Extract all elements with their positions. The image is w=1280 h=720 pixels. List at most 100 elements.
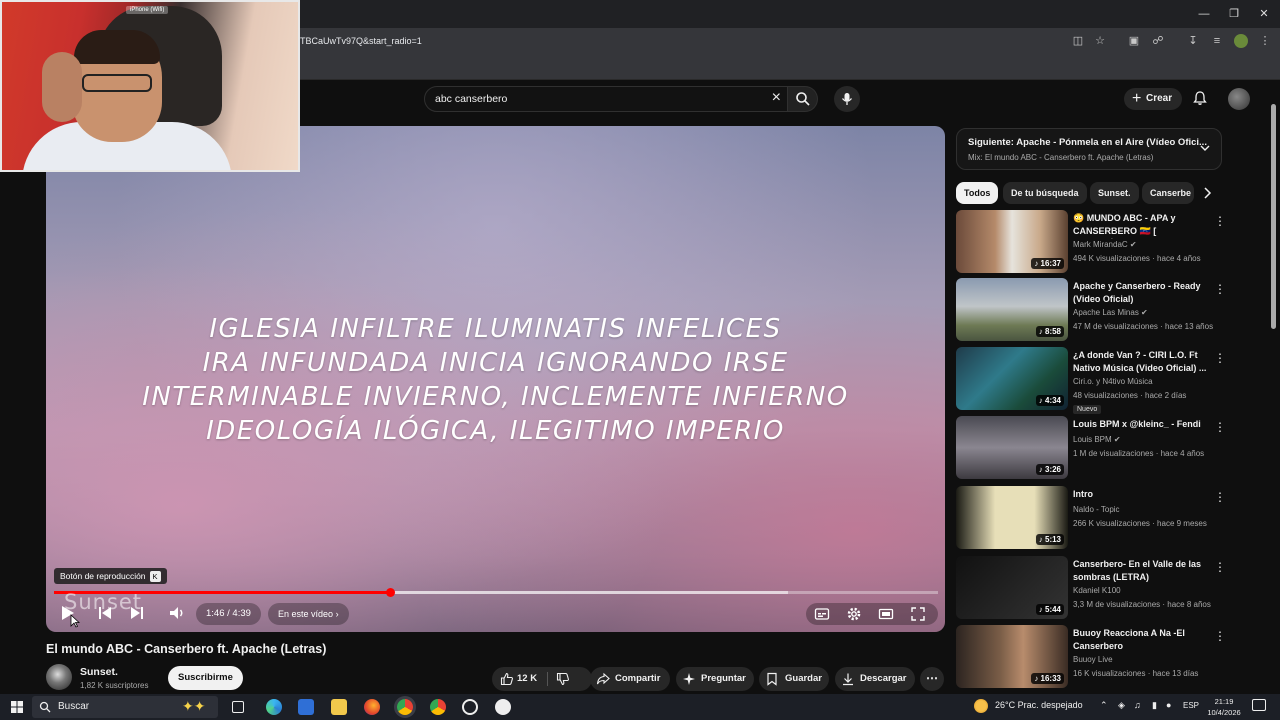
previous-icon[interactable]: [94, 602, 116, 624]
reading-list-icon[interactable]: ≡: [1210, 34, 1224, 48]
tray-overflow-icon[interactable]: ⌃: [1100, 700, 1108, 711]
recommended-video[interactable]: ♪ 16:37 😳 MUNDO ABC - APA y CANSERBERO 🇻🇪…: [956, 210, 1226, 276]
more-vertical-icon[interactable]: ⋮: [1214, 560, 1226, 574]
clear-search-icon[interactable]: ×: [772, 89, 781, 107]
page-scrollbar[interactable]: [1268, 88, 1278, 688]
battery-icon[interactable]: ▮: [1152, 700, 1157, 711]
recommended-video-title[interactable]: Buuoy Reacciona A Na -El Canserbero: [1073, 627, 1213, 653]
more-actions-button[interactable]: ⋯: [920, 667, 944, 691]
ask-button[interactable]: Preguntar: [676, 667, 754, 691]
search-button[interactable]: [788, 86, 818, 112]
recommended-channel-name[interactable]: Buuoy Live: [1073, 655, 1113, 664]
weather-icon[interactable]: [974, 699, 988, 713]
windows-start-icon[interactable]: [9, 699, 25, 715]
browser-menu-icon[interactable]: ⋮: [1258, 34, 1272, 48]
edge-browser-icon[interactable]: [266, 699, 282, 715]
chevron-right-icon[interactable]: [1200, 186, 1214, 200]
settings-gear-icon[interactable]: [846, 606, 862, 622]
file-explorer-icon[interactable]: [331, 699, 347, 715]
up-next-panel[interactable]: Siguiente: Apache - Pónmela en el Aire (…: [956, 128, 1222, 170]
video-thumbnail[interactable]: ♪ 5:44: [956, 556, 1068, 619]
thumbs-up-icon[interactable]: [500, 672, 514, 686]
profile-icon[interactable]: [1234, 34, 1248, 48]
more-vertical-icon[interactable]: ⋮: [1214, 629, 1226, 643]
video-thumbnail[interactable]: ♪ 4:34: [956, 347, 1068, 410]
video-thumbnail[interactable]: ♪ 3:26: [956, 416, 1068, 479]
chip-all[interactable]: Todos: [956, 182, 999, 204]
chrome-profile-icon[interactable]: [430, 699, 446, 715]
chip-channel[interactable]: Sunset.: [1090, 182, 1139, 204]
recommended-video-title[interactable]: Louis BPM x @kleinc_ - Fendi: [1073, 418, 1213, 431]
recommended-channel-name[interactable]: Kdaniel K100: [1073, 586, 1121, 595]
video-thumbnail[interactable]: ♪ 8:58: [956, 278, 1068, 341]
minimize-icon[interactable]: —: [1196, 6, 1212, 22]
more-vertical-icon[interactable]: ⋮: [1214, 282, 1226, 296]
bookmark-star-icon[interactable]: ☆: [1093, 34, 1107, 48]
taskbar-search[interactable]: Buscar ✦✦: [32, 696, 218, 718]
video-thumbnail[interactable]: ♪ 16:37: [956, 210, 1068, 273]
chip-canserbero[interactable]: Canserbe: [1142, 182, 1194, 204]
recommended-video[interactable]: ♪ 8:58 Apache y Canserbero - Ready (Video…: [956, 278, 1226, 344]
video-player[interactable]: IGLESIA INFILTRE ILUMINATIS INFELICES IR…: [46, 126, 945, 632]
notifications-bell-icon[interactable]: [1192, 90, 1208, 106]
close-window-icon[interactable]: ✕: [1256, 6, 1272, 22]
recommended-video[interactable]: ♪ 16:33 Buuoy Reacciona A Na -El Canserbe…: [956, 625, 1226, 691]
progress-bar[interactable]: [54, 588, 938, 597]
channel-name[interactable]: Sunset.: [80, 666, 118, 678]
subtitles-icon[interactable]: [814, 606, 830, 622]
recommended-channel-name[interactable]: Louis BPM ✔: [1073, 435, 1121, 444]
install-app-icon[interactable]: ◫: [1071, 34, 1085, 48]
next-icon[interactable]: [126, 602, 148, 624]
chip-from-search[interactable]: De tu búsqueda: [1003, 182, 1087, 204]
recommended-video[interactable]: ♪ 5:44 Canserbero- En el Valle de las som…: [956, 556, 1226, 622]
clock[interactable]: 21:19 10/4/2026: [1204, 696, 1244, 718]
share-button[interactable]: Compartir: [590, 667, 670, 691]
thumbs-down-icon[interactable]: [556, 672, 570, 686]
recommended-video-title[interactable]: Canserbero- En el Valle de las sombras (…: [1073, 558, 1213, 584]
recommended-channel-name[interactable]: Apache Las Minas ✔: [1073, 308, 1148, 317]
recommended-video-title[interactable]: ¿A donde Van ? - CIRI L.O. Ft Nativo Mús…: [1073, 349, 1213, 375]
account-avatar[interactable]: [1228, 88, 1250, 110]
more-vertical-icon[interactable]: ⋮: [1214, 420, 1226, 434]
video-thumbnail[interactable]: ♪ 16:33: [956, 625, 1068, 688]
more-vertical-icon[interactable]: ⋮: [1214, 214, 1226, 228]
recommended-channel-name[interactable]: Mark MirandaC ✔: [1073, 240, 1137, 249]
like-dislike-button[interactable]: 12 K: [492, 667, 592, 691]
download-button[interactable]: Descargar: [835, 667, 915, 691]
tab-search-icon[interactable]: ▣: [1127, 34, 1141, 48]
network-icon[interactable]: ◈: [1118, 700, 1125, 711]
save-button[interactable]: Guardar: [759, 667, 829, 691]
url-text[interactable]: TBCaUwTv97Q&start_radio=1: [300, 36, 422, 46]
more-vertical-icon[interactable]: ⋮: [1214, 490, 1226, 504]
extensions-icon[interactable]: ☍: [1151, 34, 1165, 48]
recommended-video[interactable]: ♪ 3:26 Louis BPM x @kleinc_ - Fendi Louis …: [956, 416, 1226, 482]
notifications-icon[interactable]: [1252, 699, 1266, 711]
store-icon[interactable]: [298, 699, 314, 715]
scrollbar-thumb[interactable]: [1271, 104, 1276, 329]
recommended-video-title[interactable]: 😳 MUNDO ABC - APA y CANSERBERO 🇻🇪 [ REAC…: [1073, 212, 1213, 239]
progress-scrubber[interactable]: [385, 588, 395, 597]
recommended-video-title[interactable]: Apache y Canserbero - Ready (Video Ofici…: [1073, 280, 1213, 306]
wifi-icon[interactable]: ●: [1166, 700, 1171, 710]
github-icon[interactable]: [462, 699, 478, 715]
chrome-icon[interactable]: [397, 699, 413, 715]
create-button[interactable]: + Crear: [1124, 88, 1182, 110]
more-vertical-icon[interactable]: ⋮: [1214, 351, 1226, 365]
chevron-down-icon[interactable]: [1199, 142, 1211, 154]
channel-avatar[interactable]: [46, 664, 72, 690]
subscribe-button[interactable]: Suscribirme: [168, 666, 243, 690]
language-indicator[interactable]: ESP: [1183, 701, 1199, 710]
theater-mode-icon[interactable]: [878, 606, 894, 622]
fullscreen-icon[interactable]: [910, 606, 926, 622]
weather-text[interactable]: 26°C Prac. despejado: [995, 700, 1083, 710]
download-icon[interactable]: ↧: [1186, 34, 1200, 48]
recommended-video-title[interactable]: Intro: [1073, 488, 1213, 501]
recommended-channel-name[interactable]: Ciri.o. y N4tivo Música: [1073, 377, 1153, 386]
search-query[interactable]: abc canserbero: [435, 93, 507, 105]
firefox-icon[interactable]: [364, 699, 380, 715]
obs-icon[interactable]: [495, 699, 511, 715]
video-thumbnail[interactable]: ♪ 5:13: [956, 486, 1068, 549]
restore-icon[interactable]: ❐: [1226, 6, 1242, 22]
voice-search-button[interactable]: [834, 86, 860, 112]
search-input[interactable]: abc canserbero ×: [424, 86, 788, 112]
